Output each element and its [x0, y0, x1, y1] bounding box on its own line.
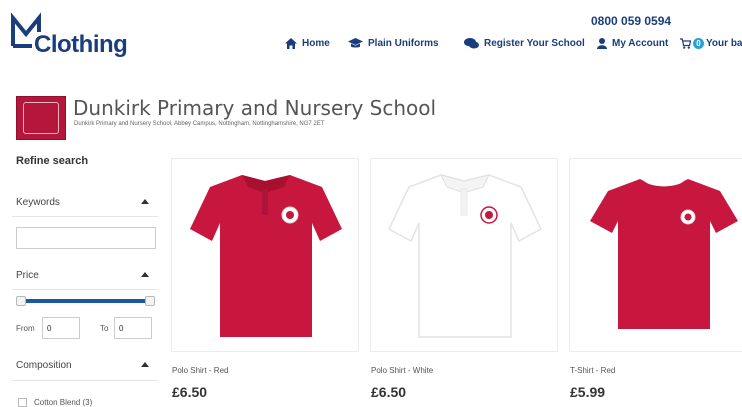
chevron-up-icon[interactable]	[141, 362, 149, 367]
price-slider-max-handle[interactable]	[145, 296, 155, 306]
price-from-input[interactable]	[42, 317, 80, 339]
nav-plain-uniforms-label: Plain Uniforms	[368, 38, 439, 49]
product-card-polo-white[interactable]	[370, 158, 558, 352]
price-to-input[interactable]	[114, 317, 152, 339]
keywords-input[interactable]	[16, 227, 156, 249]
product-price: £5.99	[570, 384, 606, 400]
phone-number[interactable]: 0800 059 0594	[591, 14, 671, 28]
nav-my-account[interactable]: My Account	[597, 38, 668, 49]
nav-home-label: Home	[302, 38, 330, 49]
price-slider-min-handle[interactable]	[16, 296, 26, 306]
product-price: £6.50	[371, 384, 407, 400]
tshirt-red-image	[590, 179, 738, 329]
chevron-up-icon[interactable]	[141, 272, 149, 277]
basket-count-badge: 0	[693, 38, 704, 49]
cotton-blend-label[interactable]: Cotton Blend (3)	[34, 398, 92, 407]
main-nav: Home Plain Uniforms Register Your School…	[0, 38, 742, 56]
product-name[interactable]: Polo Shirt - Red	[172, 366, 228, 375]
cart-icon	[680, 38, 691, 49]
graduation-cap-icon	[348, 38, 363, 48]
nav-basket[interactable]: 0 Your ba	[680, 38, 742, 49]
chat-icon	[464, 38, 479, 49]
school-crest	[16, 96, 66, 140]
chevron-up-icon[interactable]	[141, 199, 149, 204]
divider	[12, 289, 158, 290]
product-card-tshirt-red[interactable]	[569, 158, 742, 352]
divider	[12, 216, 158, 217]
divider	[12, 380, 158, 381]
price-filter-toggle[interactable]: Price	[16, 270, 39, 281]
to-label: To	[100, 324, 109, 333]
nav-plain-uniforms[interactable]: Plain Uniforms	[348, 38, 439, 49]
product-price: £6.50	[172, 384, 208, 400]
polo-shirt-white-image	[388, 174, 542, 338]
page-title: Dunkirk Primary and Nursery School	[73, 96, 437, 120]
keywords-filter-toggle[interactable]: Keywords	[16, 197, 60, 208]
from-label: From	[16, 324, 35, 333]
price-slider-track[interactable]	[20, 299, 152, 303]
cotton-blend-checkbox[interactable]	[18, 398, 27, 407]
product-card-polo-red[interactable]	[171, 158, 359, 352]
school-address: Dunkirk Primary and Nursery School, Abbe…	[74, 121, 325, 127]
refine-search-heading: Refine search	[16, 155, 89, 167]
home-icon	[285, 38, 297, 49]
nav-register-school[interactable]: Register Your School	[464, 38, 585, 49]
nav-my-account-label: My Account	[612, 38, 669, 49]
nav-home[interactable]: Home	[285, 38, 330, 49]
composition-filter-toggle[interactable]: Composition	[16, 360, 72, 371]
product-name[interactable]: Polo Shirt - White	[371, 366, 433, 375]
user-icon	[597, 38, 607, 49]
nav-basket-label: Your ba	[706, 38, 742, 49]
nav-register-school-label: Register Your School	[484, 38, 585, 49]
polo-shirt-red-image	[190, 175, 342, 337]
product-name[interactable]: T-Shirt - Red	[570, 366, 615, 375]
